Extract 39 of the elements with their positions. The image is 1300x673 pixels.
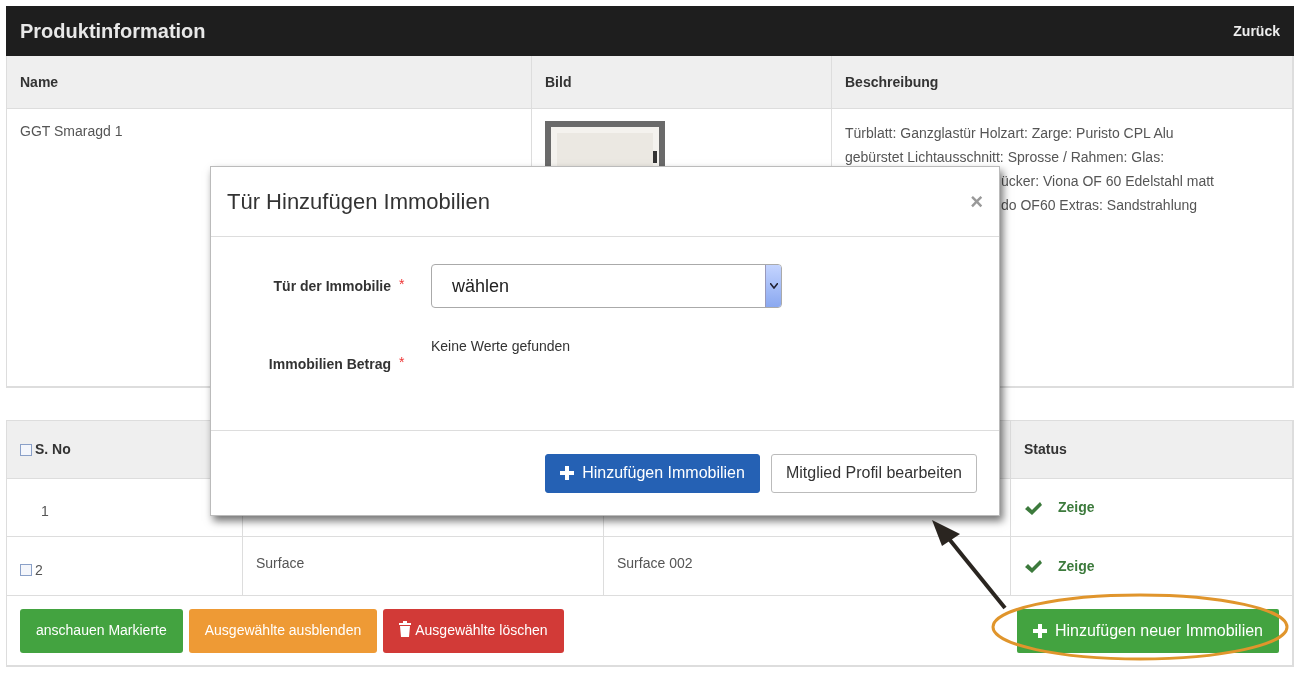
required-mark: * <box>398 353 406 372</box>
table-cell-text: 2 <box>35 560 43 580</box>
table-cell-text: 1 <box>41 502 49 521</box>
field-label: Immobilien Betrag <box>267 355 391 374</box>
required-mark: * <box>398 275 406 294</box>
modal-button[interactable]: Mitglied Profil bearbeiten <box>770 453 977 493</box>
trash-icon <box>399 621 412 637</box>
caret-icon <box>769 283 778 289</box>
table-cell-text: Surface <box>256 554 305 573</box>
column-header: Beschreibung <box>832 56 1293 109</box>
description-text: ücker: Viona OF 60 Edelstahl matt <box>1001 173 1214 189</box>
column-header: Name <box>7 56 532 109</box>
checkbox[interactable] <box>20 443 32 456</box>
plus-icon <box>560 466 575 480</box>
column-header: Status <box>1024 440 1067 459</box>
table-cell-text: Surface 002 <box>617 554 693 573</box>
action-button[interactable]: anschauen Markierte <box>20 608 183 653</box>
modal-button[interactable]: Hinzufügen Immobilien <box>545 453 760 493</box>
column-header: Bild <box>532 56 832 109</box>
page-title: Produktinformation <box>20 19 206 44</box>
column-header: S. No <box>35 440 71 459</box>
description-text: Türblatt: Ganzglastür Holzart: Zarge: Puristo CPL Alu <box>845 125 1174 141</box>
select-field[interactable]: wählen <box>431 264 782 308</box>
check-icon <box>1024 500 1042 515</box>
description-text: gebürstet Lichtausschnitt: Sprosse / Rahmen: Glas: <box>845 149 1165 165</box>
action-button[interactable]: Ausgewählte löschen <box>383 608 564 653</box>
check-icon <box>1024 559 1042 573</box>
back-link[interactable]: Zurück <box>1233 20 1280 42</box>
modal-title: Tür Hinzufügen Immobilien <box>227 188 490 216</box>
field-label: Tür der Immobilie <box>272 277 391 296</box>
product-name: GGT Smaragd 1 <box>20 123 123 139</box>
description-text: do OF60 Extras: Sandstrahlung <box>1001 197 1198 213</box>
close-button[interactable]: × <box>970 185 983 218</box>
status-text: Zeige <box>1058 556 1095 576</box>
plus-icon <box>1032 623 1047 638</box>
field-value: Keine Werte gefunden <box>431 337 571 356</box>
status-text: Zeige <box>1058 498 1095 517</box>
checkbox[interactable] <box>20 564 32 576</box>
add-button[interactable]: Hinzufügen neuer Immobilien <box>1016 608 1279 653</box>
